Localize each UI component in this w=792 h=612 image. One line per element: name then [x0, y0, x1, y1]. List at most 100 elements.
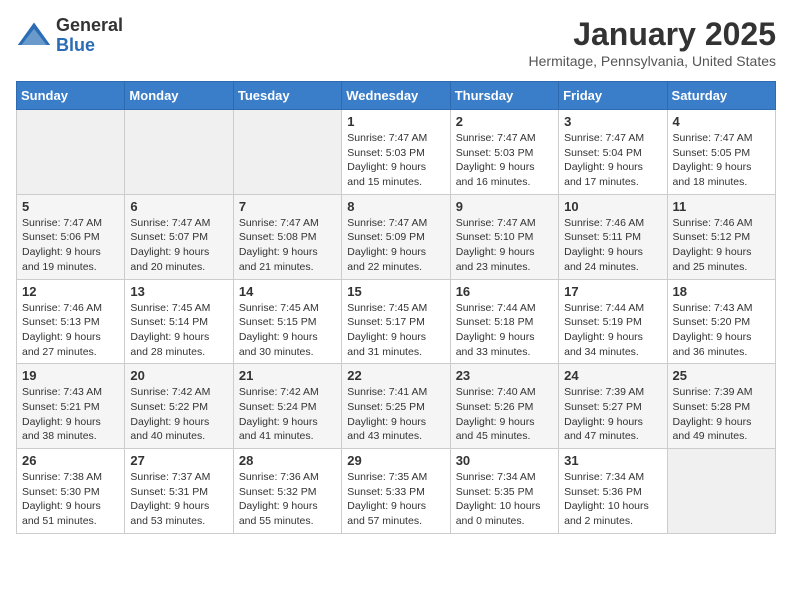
calendar-cell: 6 Sunrise: 7:47 AM Sunset: 5:07 PM Daylig… — [125, 194, 233, 279]
day-info: Sunrise: 7:46 AM Sunset: 5:12 PM Dayligh… — [673, 216, 770, 275]
calendar-cell: 4 Sunrise: 7:47 AM Sunset: 5:05 PM Daylig… — [667, 110, 775, 195]
day-info: Sunrise: 7:45 AM Sunset: 5:15 PM Dayligh… — [239, 301, 336, 360]
day-number: 20 — [130, 368, 227, 383]
calendar-week-row: 19 Sunrise: 7:43 AM Sunset: 5:21 PM Dayli… — [17, 364, 776, 449]
weekday-header-friday: Friday — [559, 82, 667, 110]
day-info: Sunrise: 7:47 AM Sunset: 5:05 PM Dayligh… — [673, 131, 770, 190]
day-number: 22 — [347, 368, 444, 383]
logo-text: General Blue — [56, 16, 123, 56]
day-number: 6 — [130, 199, 227, 214]
calendar-cell: 17 Sunrise: 7:44 AM Sunset: 5:19 PM Dayli… — [559, 279, 667, 364]
calendar-week-row: 12Sunrise: 7:46 AM Sunset: 5:13 PM Dayli… — [17, 279, 776, 364]
day-info: Sunrise: 7:47 AM Sunset: 5:03 PM Dayligh… — [456, 131, 553, 190]
day-number: 11 — [673, 199, 770, 214]
day-info: Sunrise: 7:47 AM Sunset: 5:07 PM Dayligh… — [130, 216, 227, 275]
day-number: 4 — [673, 114, 770, 129]
calendar-cell: 12Sunrise: 7:46 AM Sunset: 5:13 PM Dayli… — [17, 279, 125, 364]
day-number: 9 — [456, 199, 553, 214]
logo-general-text: General — [56, 16, 123, 36]
calendar-cell: 20Sunrise: 7:42 AM Sunset: 5:22 PM Dayli… — [125, 364, 233, 449]
day-info: Sunrise: 7:34 AM Sunset: 5:35 PM Dayligh… — [456, 470, 553, 529]
logo-blue-text: Blue — [56, 36, 123, 56]
day-number: 5 — [22, 199, 119, 214]
calendar-cell — [233, 110, 341, 195]
day-info: Sunrise: 7:47 AM Sunset: 5:08 PM Dayligh… — [239, 216, 336, 275]
day-info: Sunrise: 7:47 AM Sunset: 5:06 PM Dayligh… — [22, 216, 119, 275]
calendar-cell: 30Sunrise: 7:34 AM Sunset: 5:35 PM Dayli… — [450, 449, 558, 534]
weekday-header-wednesday: Wednesday — [342, 82, 450, 110]
calendar-cell: 28 Sunrise: 7:36 AM Sunset: 5:32 PM Dayli… — [233, 449, 341, 534]
calendar-cell: 22 Sunrise: 7:41 AM Sunset: 5:25 PM Dayli… — [342, 364, 450, 449]
day-number: 24 — [564, 368, 661, 383]
calendar-cell: 23Sunrise: 7:40 AM Sunset: 5:26 PM Dayli… — [450, 364, 558, 449]
day-number: 13 — [130, 284, 227, 299]
weekday-header-row: SundayMondayTuesdayWednesdayThursdayFrid… — [17, 82, 776, 110]
day-number: 14 — [239, 284, 336, 299]
day-number: 29 — [347, 453, 444, 468]
calendar-cell: 16 Sunrise: 7:44 AM Sunset: 5:18 PM Dayli… — [450, 279, 558, 364]
day-info: Sunrise: 7:42 AM Sunset: 5:24 PM Dayligh… — [239, 385, 336, 444]
calendar-cell: 3Sunrise: 7:47 AM Sunset: 5:04 PM Daylig… — [559, 110, 667, 195]
day-number: 16 — [456, 284, 553, 299]
calendar-cell: 25Sunrise: 7:39 AM Sunset: 5:28 PM Dayli… — [667, 364, 775, 449]
calendar-week-row: 5 Sunrise: 7:47 AM Sunset: 5:06 PM Daylig… — [17, 194, 776, 279]
calendar-cell: 27Sunrise: 7:37 AM Sunset: 5:31 PM Dayli… — [125, 449, 233, 534]
day-info: Sunrise: 7:47 AM Sunset: 5:10 PM Dayligh… — [456, 216, 553, 275]
day-info: Sunrise: 7:44 AM Sunset: 5:19 PM Dayligh… — [564, 301, 661, 360]
day-info: Sunrise: 7:37 AM Sunset: 5:31 PM Dayligh… — [130, 470, 227, 529]
day-number: 21 — [239, 368, 336, 383]
calendar-cell: 7Sunrise: 7:47 AM Sunset: 5:08 PM Daylig… — [233, 194, 341, 279]
day-number: 1 — [347, 114, 444, 129]
calendar-cell: 26Sunrise: 7:38 AM Sunset: 5:30 PM Dayli… — [17, 449, 125, 534]
day-info: Sunrise: 7:40 AM Sunset: 5:26 PM Dayligh… — [456, 385, 553, 444]
calendar-table: SundayMondayTuesdayWednesdayThursdayFrid… — [16, 81, 776, 534]
calendar-cell: 18 Sunrise: 7:43 AM Sunset: 5:20 PM Dayli… — [667, 279, 775, 364]
calendar-cell: 9 Sunrise: 7:47 AM Sunset: 5:10 PM Daylig… — [450, 194, 558, 279]
day-info: Sunrise: 7:44 AM Sunset: 5:18 PM Dayligh… — [456, 301, 553, 360]
calendar-cell: 24 Sunrise: 7:39 AM Sunset: 5:27 PM Dayli… — [559, 364, 667, 449]
weekday-header-sunday: Sunday — [17, 82, 125, 110]
month-title: January 2025 — [529, 16, 776, 53]
day-info: Sunrise: 7:47 AM Sunset: 5:04 PM Dayligh… — [564, 131, 661, 190]
calendar-cell — [667, 449, 775, 534]
day-info: Sunrise: 7:45 AM Sunset: 5:14 PM Dayligh… — [130, 301, 227, 360]
day-info: Sunrise: 7:38 AM Sunset: 5:30 PM Dayligh… — [22, 470, 119, 529]
calendar-cell: 11 Sunrise: 7:46 AM Sunset: 5:12 PM Dayli… — [667, 194, 775, 279]
calendar-cell: 19 Sunrise: 7:43 AM Sunset: 5:21 PM Dayli… — [17, 364, 125, 449]
calendar-cell: 15Sunrise: 7:45 AM Sunset: 5:17 PM Dayli… — [342, 279, 450, 364]
day-info: Sunrise: 7:43 AM Sunset: 5:21 PM Dayligh… — [22, 385, 119, 444]
page-header: General Blue January 2025 Hermitage, Pen… — [16, 16, 776, 69]
calendar-cell — [125, 110, 233, 195]
calendar-cell: 21 Sunrise: 7:42 AM Sunset: 5:24 PM Dayli… — [233, 364, 341, 449]
day-number: 18 — [673, 284, 770, 299]
logo-icon — [16, 18, 52, 54]
day-info: Sunrise: 7:46 AM Sunset: 5:11 PM Dayligh… — [564, 216, 661, 275]
logo: General Blue — [16, 16, 123, 56]
day-info: Sunrise: 7:41 AM Sunset: 5:25 PM Dayligh… — [347, 385, 444, 444]
location-text: Hermitage, Pennsylvania, United States — [529, 53, 776, 69]
weekday-header-tuesday: Tuesday — [233, 82, 341, 110]
day-number: 19 — [22, 368, 119, 383]
calendar-cell: 29 Sunrise: 7:35 AM Sunset: 5:33 PM Dayli… — [342, 449, 450, 534]
calendar-cell: 10 Sunrise: 7:46 AM Sunset: 5:11 PM Dayli… — [559, 194, 667, 279]
day-number: 10 — [564, 199, 661, 214]
weekday-header-thursday: Thursday — [450, 82, 558, 110]
day-info: Sunrise: 7:36 AM Sunset: 5:32 PM Dayligh… — [239, 470, 336, 529]
day-info: Sunrise: 7:39 AM Sunset: 5:27 PM Dayligh… — [564, 385, 661, 444]
day-info: Sunrise: 7:34 AM Sunset: 5:36 PM Dayligh… — [564, 470, 661, 529]
day-info: Sunrise: 7:35 AM Sunset: 5:33 PM Dayligh… — [347, 470, 444, 529]
weekday-header-saturday: Saturday — [667, 82, 775, 110]
calendar-week-row: 26Sunrise: 7:38 AM Sunset: 5:30 PM Dayli… — [17, 449, 776, 534]
day-info: Sunrise: 7:47 AM Sunset: 5:09 PM Dayligh… — [347, 216, 444, 275]
day-number: 15 — [347, 284, 444, 299]
calendar-cell: 2Sunrise: 7:47 AM Sunset: 5:03 PM Daylig… — [450, 110, 558, 195]
calendar-cell: 13 Sunrise: 7:45 AM Sunset: 5:14 PM Dayli… — [125, 279, 233, 364]
day-number: 17 — [564, 284, 661, 299]
calendar-cell: 1Sunrise: 7:47 AM Sunset: 5:03 PM Daylig… — [342, 110, 450, 195]
calendar-cell: 5 Sunrise: 7:47 AM Sunset: 5:06 PM Daylig… — [17, 194, 125, 279]
day-info: Sunrise: 7:43 AM Sunset: 5:20 PM Dayligh… — [673, 301, 770, 360]
weekday-header-monday: Monday — [125, 82, 233, 110]
day-number: 28 — [239, 453, 336, 468]
day-info: Sunrise: 7:46 AM Sunset: 5:13 PM Dayligh… — [22, 301, 119, 360]
calendar-cell: 8Sunrise: 7:47 AM Sunset: 5:09 PM Daylig… — [342, 194, 450, 279]
